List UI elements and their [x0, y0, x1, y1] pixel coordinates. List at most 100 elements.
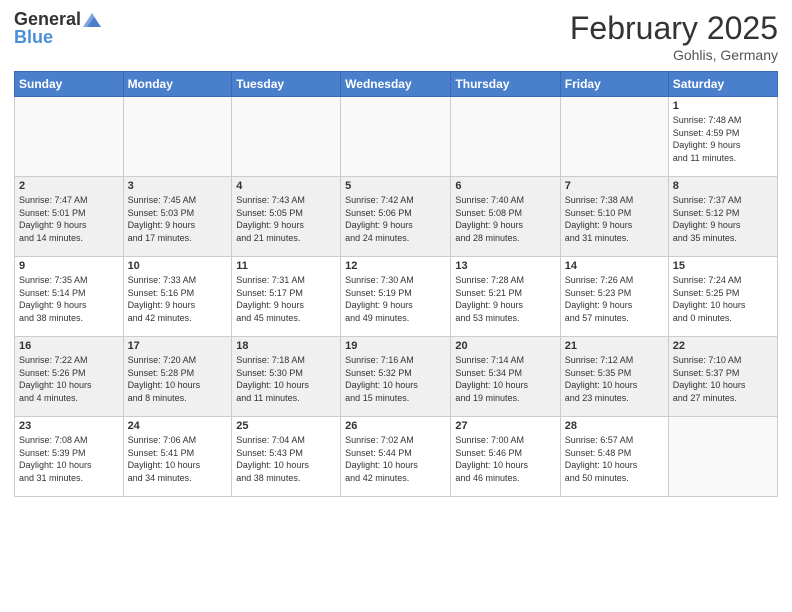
- calendar-cell: 20Sunrise: 7:14 AM Sunset: 5:34 PM Dayli…: [451, 337, 560, 417]
- calendar-week-row: 2Sunrise: 7:47 AM Sunset: 5:01 PM Daylig…: [15, 177, 778, 257]
- calendar-cell: 8 Sunrise: 7:37 AM Sunset: 5:12 PM Daylig…: [668, 177, 777, 257]
- calendar-week-row: 1 Sunrise: 7:48 AM Sunset: 4:59 PM Daylig…: [15, 97, 778, 177]
- day-number: 28: [565, 420, 664, 432]
- calendar-cell: 22 Sunrise: 7:10 AM Sunset: 5:37 PM Dayli…: [668, 337, 777, 417]
- day-number: 14: [565, 260, 664, 272]
- calendar-cell: 10 Sunrise: 7:33 AM Sunset: 5:16 PM Dayli…: [123, 257, 232, 337]
- day-number: 21: [565, 340, 664, 352]
- calendar-week-row: 9 Sunrise: 7:35 AM Sunset: 5:14 PM Daylig…: [15, 257, 778, 337]
- calendar-cell: [341, 97, 451, 177]
- calendar-cell: 26 Sunrise: 7:02 AM Sunset: 5:44 PM Dayli…: [341, 417, 451, 497]
- calendar-cell: 7 Sunrise: 7:38 AM Sunset: 5:10 PM Daylig…: [560, 177, 668, 257]
- calendar-cell: 18 Sunrise: 7:18 AM Sunset: 5:30 PM Dayli…: [232, 337, 341, 417]
- title-block: February 2025 Gohlis, Germany: [570, 10, 778, 63]
- col-friday: Friday: [560, 72, 668, 97]
- day-number: 17: [128, 340, 228, 352]
- day-number: 6: [455, 180, 555, 192]
- day-info: Sunrise: 7:20 AM Sunset: 5:28 PM Dayligh…: [128, 354, 228, 404]
- day-info: Sunrise: 7:12 AM Sunset: 5:35 PM Dayligh…: [565, 354, 664, 404]
- calendar-cell: 21 Sunrise: 7:12 AM Sunset: 5:35 PM Dayli…: [560, 337, 668, 417]
- day-number: 8: [673, 180, 773, 192]
- day-number: 2: [19, 180, 119, 192]
- calendar-cell: [123, 97, 232, 177]
- calendar-cell: [560, 97, 668, 177]
- day-info: Sunrise: 7:33 AM Sunset: 5:16 PM Dayligh…: [128, 274, 228, 324]
- calendar-header-row: Sunday Monday Tuesday Wednesday Thursday…: [15, 72, 778, 97]
- col-wednesday: Wednesday: [341, 72, 451, 97]
- day-info: Sunrise: 7:16 AM Sunset: 5:32 PM Dayligh…: [345, 354, 446, 404]
- day-info: Sunrise: 7:22 AM Sunset: 5:26 PM Dayligh…: [19, 354, 119, 404]
- day-number: 26: [345, 420, 446, 432]
- day-number: 22: [673, 340, 773, 352]
- calendar-cell: 6 Sunrise: 7:40 AM Sunset: 5:08 PM Daylig…: [451, 177, 560, 257]
- month-title: February 2025: [570, 10, 778, 47]
- day-info: Sunrise: 7:48 AM Sunset: 4:59 PM Dayligh…: [673, 114, 773, 164]
- day-number: 4: [236, 180, 336, 192]
- calendar-cell: 24 Sunrise: 7:06 AM Sunset: 5:41 PM Dayli…: [123, 417, 232, 497]
- day-info: Sunrise: 7:26 AM Sunset: 5:23 PM Dayligh…: [565, 274, 664, 324]
- day-info: Sunrise: 7:02 AM Sunset: 5:44 PM Dayligh…: [345, 434, 446, 484]
- day-number: 11: [236, 260, 336, 272]
- day-info: Sunrise: 7:43 AM Sunset: 5:05 PM Dayligh…: [236, 194, 336, 244]
- calendar-cell: 19Sunrise: 7:16 AM Sunset: 5:32 PM Dayli…: [341, 337, 451, 417]
- day-info: Sunrise: 6:57 AM Sunset: 5:48 PM Dayligh…: [565, 434, 664, 484]
- calendar-cell: 11 Sunrise: 7:31 AM Sunset: 5:17 PM Dayli…: [232, 257, 341, 337]
- day-info: Sunrise: 7:00 AM Sunset: 5:46 PM Dayligh…: [455, 434, 555, 484]
- calendar-body: 1 Sunrise: 7:48 AM Sunset: 4:59 PM Daylig…: [15, 97, 778, 497]
- day-number: 18: [236, 340, 336, 352]
- day-number: 27: [455, 420, 555, 432]
- calendar-cell: 27 Sunrise: 7:00 AM Sunset: 5:46 PM Dayli…: [451, 417, 560, 497]
- day-info: Sunrise: 7:45 AM Sunset: 5:03 PM Dayligh…: [128, 194, 228, 244]
- day-number: 5: [345, 180, 446, 192]
- day-info: Sunrise: 7:10 AM Sunset: 5:37 PM Dayligh…: [673, 354, 773, 404]
- day-info: Sunrise: 7:40 AM Sunset: 5:08 PM Dayligh…: [455, 194, 555, 244]
- logo: General Blue: [14, 10, 101, 48]
- day-number: 10: [128, 260, 228, 272]
- day-info: Sunrise: 7:38 AM Sunset: 5:10 PM Dayligh…: [565, 194, 664, 244]
- calendar-cell: 17 Sunrise: 7:20 AM Sunset: 5:28 PM Dayli…: [123, 337, 232, 417]
- calendar-cell: [232, 97, 341, 177]
- day-info: Sunrise: 7:31 AM Sunset: 5:17 PM Dayligh…: [236, 274, 336, 324]
- day-number: 25: [236, 420, 336, 432]
- calendar-cell: 16 Sunrise: 7:22 AM Sunset: 5:26 PM Dayli…: [15, 337, 124, 417]
- day-number: 7: [565, 180, 664, 192]
- day-number: 15: [673, 260, 773, 272]
- page-header: General Blue February 2025 Gohlis, Germa…: [14, 10, 778, 63]
- day-info: Sunrise: 7:24 AM Sunset: 5:25 PM Dayligh…: [673, 274, 773, 324]
- calendar-cell: 14 Sunrise: 7:26 AM Sunset: 5:23 PM Dayli…: [560, 257, 668, 337]
- calendar-week-row: 23Sunrise: 7:08 AM Sunset: 5:39 PM Dayli…: [15, 417, 778, 497]
- calendar-cell: [451, 97, 560, 177]
- day-info: Sunrise: 7:35 AM Sunset: 5:14 PM Dayligh…: [19, 274, 119, 324]
- page-container: General Blue February 2025 Gohlis, Germa…: [0, 0, 792, 503]
- day-number: 12: [345, 260, 446, 272]
- calendar-cell: 15 Sunrise: 7:24 AM Sunset: 5:25 PM Dayli…: [668, 257, 777, 337]
- day-info: Sunrise: 7:06 AM Sunset: 5:41 PM Dayligh…: [128, 434, 228, 484]
- calendar-cell: 1 Sunrise: 7:48 AM Sunset: 4:59 PM Daylig…: [668, 97, 777, 177]
- logo-icon: [83, 13, 101, 27]
- day-number: 24: [128, 420, 228, 432]
- calendar-week-row: 16 Sunrise: 7:22 AM Sunset: 5:26 PM Dayli…: [15, 337, 778, 417]
- day-number: 13: [455, 260, 555, 272]
- day-info: Sunrise: 7:18 AM Sunset: 5:30 PM Dayligh…: [236, 354, 336, 404]
- calendar-cell: 28 Sunrise: 6:57 AM Sunset: 5:48 PM Dayli…: [560, 417, 668, 497]
- calendar-cell: 9 Sunrise: 7:35 AM Sunset: 5:14 PM Daylig…: [15, 257, 124, 337]
- day-info: Sunrise: 7:14 AM Sunset: 5:34 PM Dayligh…: [455, 354, 555, 404]
- calendar-cell: 25Sunrise: 7:04 AM Sunset: 5:43 PM Dayli…: [232, 417, 341, 497]
- day-number: 9: [19, 260, 119, 272]
- day-number: 16: [19, 340, 119, 352]
- logo-text-blue: Blue: [14, 28, 53, 48]
- day-info: Sunrise: 7:37 AM Sunset: 5:12 PM Dayligh…: [673, 194, 773, 244]
- day-number: 1: [673, 100, 773, 112]
- day-info: Sunrise: 7:42 AM Sunset: 5:06 PM Dayligh…: [345, 194, 446, 244]
- calendar-cell: 13 Sunrise: 7:28 AM Sunset: 5:21 PM Dayli…: [451, 257, 560, 337]
- calendar-cell: 3 Sunrise: 7:45 AM Sunset: 5:03 PM Daylig…: [123, 177, 232, 257]
- calendar-cell: 2Sunrise: 7:47 AM Sunset: 5:01 PM Daylig…: [15, 177, 124, 257]
- calendar-cell: [15, 97, 124, 177]
- col-sunday: Sunday: [15, 72, 124, 97]
- day-number: 23: [19, 420, 119, 432]
- col-saturday: Saturday: [668, 72, 777, 97]
- calendar-cell: 23Sunrise: 7:08 AM Sunset: 5:39 PM Dayli…: [15, 417, 124, 497]
- day-number: 3: [128, 180, 228, 192]
- col-monday: Monday: [123, 72, 232, 97]
- day-info: Sunrise: 7:28 AM Sunset: 5:21 PM Dayligh…: [455, 274, 555, 324]
